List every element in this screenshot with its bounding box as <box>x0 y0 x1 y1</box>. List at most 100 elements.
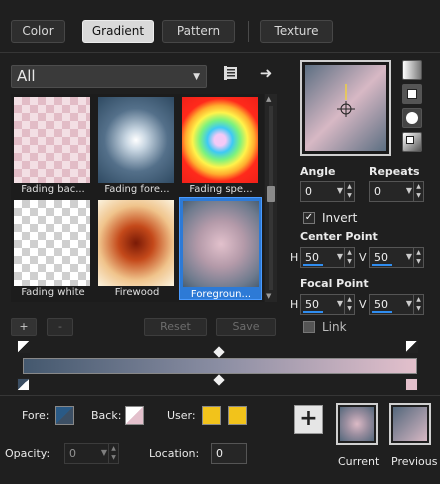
chevron-down-icon[interactable]: ▼ <box>101 448 107 457</box>
save-button[interactable]: Save <box>216 318 276 336</box>
sunburst-style-button[interactable] <box>402 108 422 128</box>
repeats-label: Repeats <box>369 165 420 178</box>
rectangular-style-button[interactable] <box>402 84 422 104</box>
scroll-up-icon[interactable]: ▲ <box>266 95 271 103</box>
repeats-spinner[interactable]: 0 ▼ ▲ ▼ <box>369 181 424 202</box>
invert-checkbox[interactable]: ✓ <box>303 212 315 224</box>
scroll-thumb[interactable] <box>267 186 275 202</box>
focal-v-value: 50 <box>374 298 388 311</box>
gradient-name: Fading white <box>21 287 85 298</box>
gradient-thumb-fading-background[interactable]: Fading bac... <box>12 95 92 196</box>
linear-style-button[interactable] <box>402 60 422 80</box>
tab-gradient[interactable]: Gradient <box>82 20 154 43</box>
library-icon[interactable] <box>222 65 242 83</box>
chevron-down-icon[interactable]: ▼ <box>406 299 412 308</box>
opacity-midpoint[interactable] <box>213 346 225 358</box>
link-checkbox[interactable] <box>303 321 315 333</box>
tab-pattern[interactable]: Pattern <box>162 20 235 43</box>
gradient-thumb-foreground[interactable]: Foregroun... <box>179 197 262 300</box>
center-h-label: H <box>290 251 299 264</box>
gallery-scrollbar[interactable]: ▲ ▼ <box>265 94 277 302</box>
tab-color[interactable]: Color <box>11 20 65 43</box>
add-to-swatches-button[interactable]: + <box>294 405 323 434</box>
divider <box>0 52 440 53</box>
focal-h-label: H <box>290 298 299 311</box>
focal-h-spinner[interactable]: 50 ▼ ▲ ▼ <box>300 294 355 315</box>
chevron-down-icon[interactable]: ▼ <box>337 252 343 261</box>
chevron-down-icon[interactable]: ▼ <box>406 252 412 261</box>
gradient-preview <box>98 97 174 183</box>
gradient-thumb-fading-spectrum[interactable]: Fading spe... <box>180 95 260 196</box>
back-label: Back: <box>91 409 122 422</box>
remove-gradient-button[interactable]: - <box>47 318 73 336</box>
opacity-label: Opacity: <box>5 447 51 460</box>
gradient-preview <box>182 97 258 183</box>
arrow-right-icon[interactable]: ➜ <box>256 64 276 82</box>
location-field[interactable]: 0 <box>211 443 247 464</box>
gradient-preview <box>98 200 174 286</box>
focal-v-spinner[interactable]: 50 ▼ ▲ ▼ <box>369 294 424 315</box>
center-h-value: 50 <box>305 251 319 264</box>
focal-v-level-bar <box>372 311 392 313</box>
chevron-down-icon: ▼ <box>193 72 200 82</box>
color-midpoint[interactable] <box>213 374 225 386</box>
color-stop-left[interactable] <box>17 378 30 391</box>
gradient-preview <box>14 200 90 286</box>
chevron-down-icon[interactable]: ▼ <box>406 186 412 195</box>
gradient-name: Foregroun... <box>190 289 252 300</box>
center-crosshair-icon <box>337 84 355 117</box>
previous-gradient-swatch[interactable] <box>389 403 431 445</box>
chevron-down-icon[interactable]: ▼ <box>337 299 343 308</box>
color-stop-right[interactable] <box>405 378 418 391</box>
center-v-value: 50 <box>374 251 388 264</box>
gradient-preview <box>183 201 259 287</box>
scroll-down-icon[interactable]: ▼ <box>266 292 271 300</box>
repeats-value: 0 <box>374 185 381 198</box>
radial-style-button[interactable] <box>402 132 422 152</box>
opacity-stop-left[interactable] <box>17 340 30 353</box>
gradient-thumb-fading-white[interactable]: Fading white <box>12 198 92 299</box>
back-color-swatch[interactable] <box>125 406 144 425</box>
invert-label: Invert <box>322 211 358 225</box>
spin-arrows-icon[interactable]: ▲ ▼ <box>108 444 118 463</box>
opacity-spinner[interactable]: 0 ▼ ▲ ▼ <box>64 443 119 464</box>
focal-point-label: Focal Point <box>300 277 369 290</box>
reset-button[interactable]: Reset <box>144 318 207 336</box>
add-gradient-button[interactable]: + <box>11 318 37 336</box>
spin-arrows-icon[interactable]: ▲ ▼ <box>413 182 423 201</box>
current-gradient-image <box>340 407 374 441</box>
gradient-gallery: Fading bac... Fading fore... Fading spe.… <box>11 94 264 302</box>
gradient-name: Fading fore... <box>104 184 170 195</box>
gradient-preview <box>14 97 90 183</box>
gradient-bar[interactable] <box>23 358 417 374</box>
link-label: Link <box>322 320 347 334</box>
spin-arrows-icon[interactable]: ▲ ▼ <box>344 295 354 314</box>
spin-arrows-icon[interactable]: ▲ ▼ <box>344 248 354 267</box>
chevron-down-icon[interactable]: ▼ <box>337 186 343 195</box>
angle-value: 0 <box>305 185 312 198</box>
user-label: User: <box>167 409 196 422</box>
gradient-editor[interactable] <box>16 337 424 393</box>
gradient-name: Fading bac... <box>21 184 85 195</box>
fore-color-swatch[interactable] <box>55 406 74 425</box>
spin-arrows-icon[interactable]: ▲ ▼ <box>413 295 423 314</box>
center-point-label: Center Point <box>300 230 378 243</box>
tab-separator <box>248 21 249 42</box>
spin-arrows-icon[interactable]: ▲ ▼ <box>413 248 423 267</box>
opacity-stop-right[interactable] <box>405 340 418 353</box>
previous-gradient-image <box>393 407 427 441</box>
gradient-preview-large[interactable] <box>300 60 391 156</box>
gradient-thumb-firewood[interactable]: Firewood <box>96 198 176 299</box>
angle-spinner[interactable]: 0 ▼ ▲ ▼ <box>300 181 355 202</box>
category-value: All <box>17 67 36 85</box>
spin-arrows-icon[interactable]: ▲ ▼ <box>344 182 354 201</box>
center-v-label: V <box>359 251 367 264</box>
category-dropdown[interactable]: All ▼ <box>11 65 207 88</box>
user-color-swatch-1[interactable] <box>202 406 221 425</box>
gradient-thumb-fading-foreground[interactable]: Fading fore... <box>96 95 176 196</box>
center-v-spinner[interactable]: 50 ▼ ▲ ▼ <box>369 247 424 268</box>
center-h-spinner[interactable]: 50 ▼ ▲ ▼ <box>300 247 355 268</box>
tab-texture[interactable]: Texture <box>260 20 333 43</box>
user-color-swatch-2[interactable] <box>228 406 247 425</box>
current-gradient-swatch[interactable] <box>336 403 378 445</box>
